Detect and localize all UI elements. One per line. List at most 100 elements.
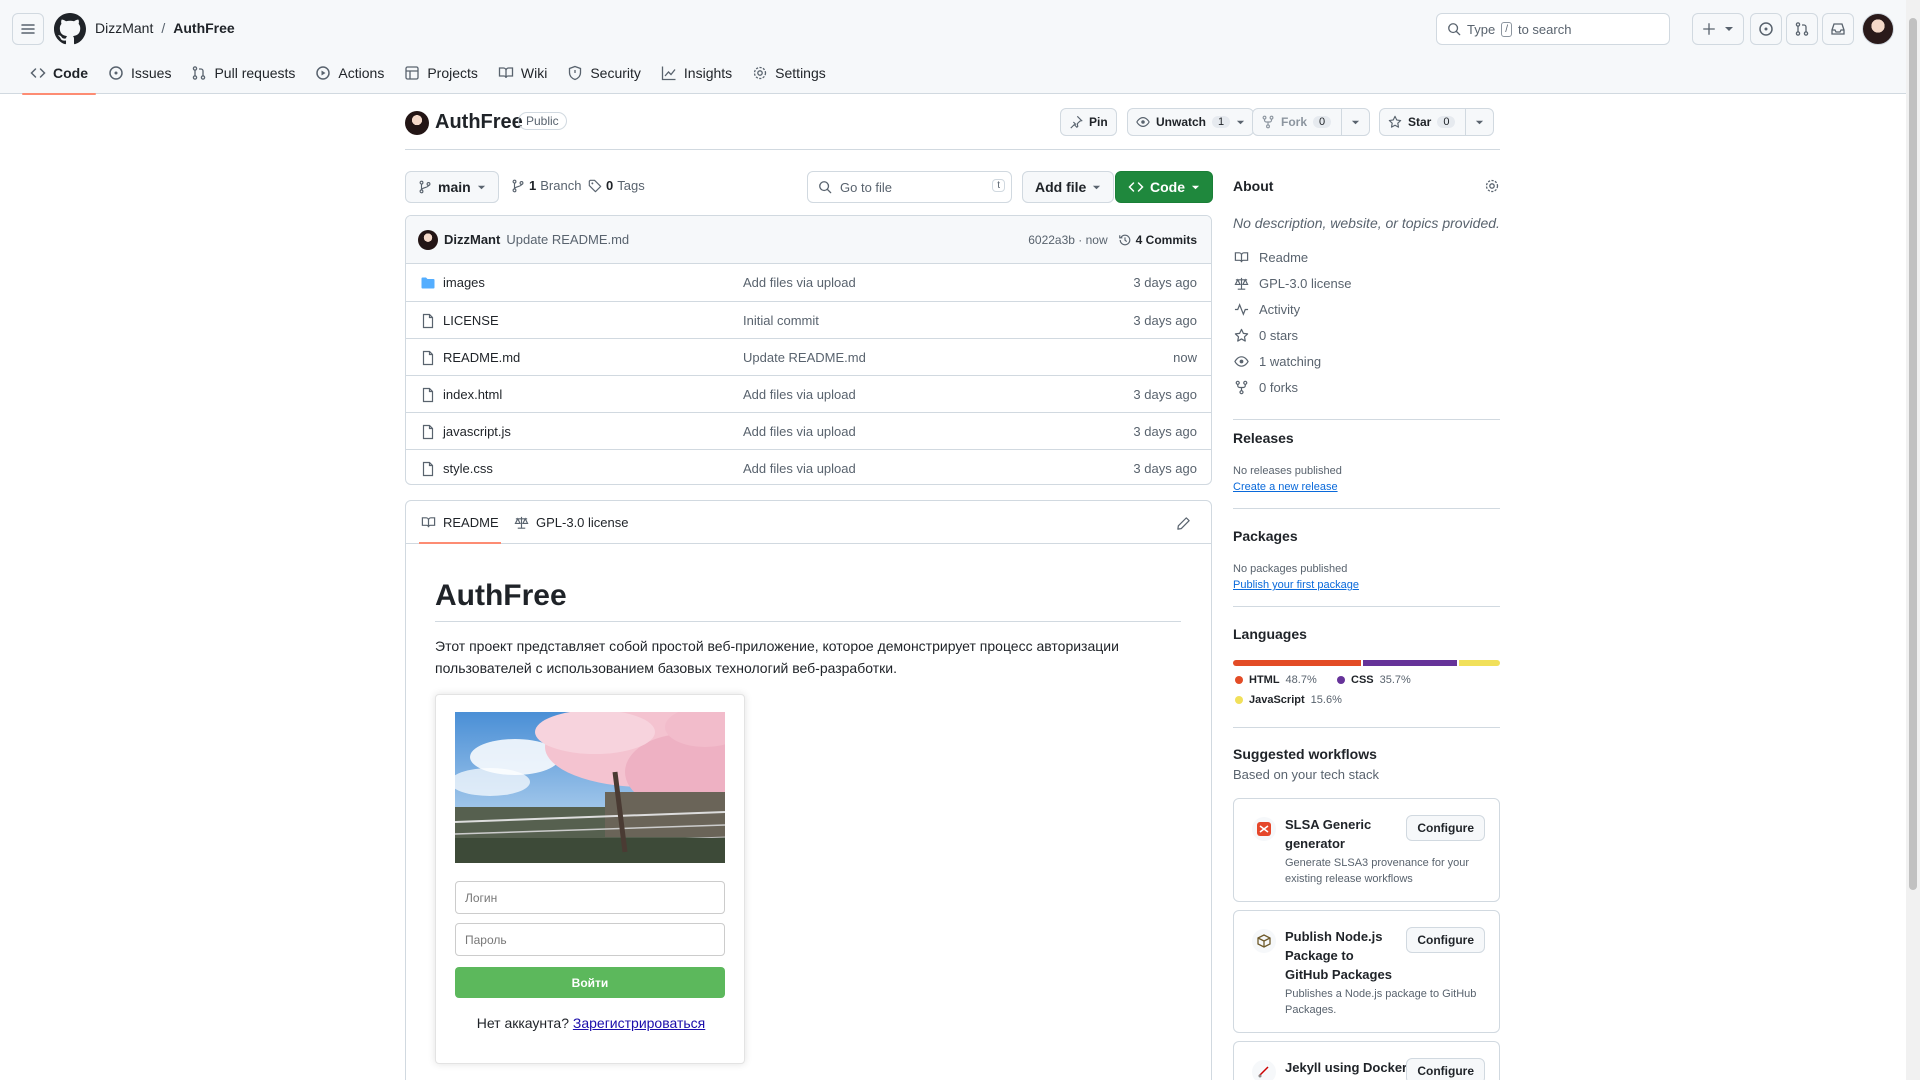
tab-security[interactable]: Security: [557, 60, 651, 86]
search-input[interactable]: Type / to search: [1436, 13, 1670, 45]
star-button[interactable]: Star 0: [1379, 108, 1495, 136]
file-name[interactable]: LICENSE: [443, 313, 499, 328]
file-name[interactable]: README.md: [443, 350, 520, 365]
fork-button[interactable]: Fork 0: [1252, 108, 1371, 136]
file-row[interactable]: style.css Add files via upload 3 days ago: [406, 449, 1211, 484]
pull-requests-button[interactable]: [1786, 13, 1818, 45]
scrollbar-thumb[interactable]: [1909, 18, 1917, 890]
divider: [1233, 727, 1500, 728]
chevron-down-icon[interactable]: [1475, 118, 1484, 127]
language-bar-segment: [1458, 660, 1500, 666]
file-commit-message[interactable]: Add files via upload: [743, 461, 856, 476]
branch-selector[interactable]: main: [405, 171, 499, 203]
about-watching[interactable]: 1 watching: [1233, 353, 1321, 369]
history-icon: [1118, 233, 1132, 247]
breadcrumb-owner[interactable]: DizzMant: [95, 20, 153, 36]
tab-code[interactable]: Code: [20, 60, 98, 95]
language-css[interactable]: CSS 35.7%: [1337, 674, 1411, 686]
commits-link[interactable]: 4 Commits: [1118, 233, 1197, 247]
file-commit-message[interactable]: Initial commit: [743, 313, 819, 328]
about-readme[interactable]: Readme: [1233, 249, 1308, 265]
pin-button[interactable]: Pin: [1060, 108, 1117, 136]
file-icon: [420, 350, 436, 366]
add-file-button[interactable]: Add file: [1022, 171, 1115, 203]
file-commit-message[interactable]: Update README.md: [743, 350, 866, 365]
tags-link[interactable]: 0 Tags: [588, 178, 645, 193]
file-commit-message[interactable]: Add files via upload: [743, 275, 856, 290]
chevron-down-icon: [477, 183, 486, 192]
language-color-dot: [1235, 696, 1243, 704]
tab-pull-requests[interactable]: Pull requests: [181, 60, 305, 86]
gear-icon: [752, 65, 768, 81]
pencil-icon[interactable]: [1175, 515, 1191, 531]
pull-request-icon: [191, 65, 207, 81]
file-commit-message[interactable]: Add files via upload: [743, 387, 856, 402]
about-activity[interactable]: Activity: [1233, 301, 1300, 317]
repo-name[interactable]: AuthFree: [435, 111, 523, 134]
unwatch-button[interactable]: Unwatch 1: [1127, 108, 1255, 136]
watch-count: 1: [1212, 116, 1231, 128]
configure-button[interactable]: Configure: [1406, 927, 1485, 953]
fork-label: Fork: [1281, 115, 1308, 129]
workflow-description: Publishes a Node.js package to GitHub Pa…: [1285, 988, 1477, 1016]
file-row[interactable]: javascript.js Add files via upload 3 days …: [406, 412, 1211, 449]
fork-count: 0: [1313, 116, 1332, 128]
publish-package-link[interactable]: Publish your first package: [1233, 579, 1359, 591]
github-logo-icon[interactable]: [54, 13, 86, 45]
about-forks[interactable]: 0 forks: [1233, 379, 1298, 395]
tab-settings[interactable]: Settings: [742, 60, 836, 86]
tab-actions[interactable]: Actions: [305, 60, 394, 86]
commit-message[interactable]: Update README.md: [506, 232, 629, 247]
tab-label: Issues: [131, 65, 172, 81]
tab-wiki[interactable]: Wiki: [488, 60, 557, 86]
tab-readme[interactable]: README: [419, 515, 501, 544]
configure-button[interactable]: Configure: [1406, 1058, 1485, 1080]
go-to-file-placeholder: Go to file: [840, 179, 893, 195]
tab-insights[interactable]: Insights: [651, 60, 742, 86]
file-row[interactable]: README.md Update README.md now: [406, 338, 1211, 375]
create-new-button[interactable]: [1692, 13, 1744, 45]
commit-hash-time[interactable]: 6022a3b · now: [1028, 233, 1107, 247]
language-html[interactable]: HTML 48.7%: [1235, 674, 1317, 686]
about-stars[interactable]: 0 stars: [1233, 327, 1298, 343]
chevron-down-icon[interactable]: [1351, 118, 1360, 127]
file-commit-message[interactable]: Add files via upload: [743, 424, 856, 439]
branches-link[interactable]: 1 Branch: [511, 178, 581, 193]
about-license[interactable]: GPL-3.0 license: [1233, 275, 1352, 291]
code-label: Code: [1150, 179, 1185, 195]
menu-button[interactable]: [12, 13, 44, 45]
branch-icon: [511, 179, 525, 193]
file-name[interactable]: javascript.js: [443, 424, 511, 439]
file-name[interactable]: index.html: [443, 387, 502, 402]
tab-license[interactable]: GPL-3.0 license: [514, 515, 629, 530]
tab-issues[interactable]: Issues: [98, 60, 181, 86]
latest-commit-bar: DizzMant Update README.md 6022a3b · now …: [406, 216, 1211, 264]
code-button[interactable]: Code: [1115, 171, 1213, 203]
languages-bar: [1233, 660, 1500, 666]
star-label: Star: [1408, 115, 1432, 129]
issue-icon: [108, 65, 124, 81]
language-javascript[interactable]: JavaScript 15.6%: [1235, 694, 1342, 706]
file-row[interactable]: images Add files via upload 3 days ago: [406, 264, 1211, 301]
issues-button[interactable]: [1750, 13, 1782, 45]
file-row[interactable]: LICENSE Initial commit 3 days ago: [406, 301, 1211, 338]
tab-projects[interactable]: Projects: [394, 60, 488, 86]
file-name[interactable]: style.css: [443, 461, 493, 476]
page-scrollbar[interactable]: [1906, 0, 1920, 1080]
commit-author[interactable]: DizzMant: [444, 232, 500, 247]
releases-title[interactable]: Releases: [1233, 430, 1294, 446]
inbox-button[interactable]: [1822, 13, 1854, 45]
about-item-label: Activity: [1259, 301, 1301, 317]
packages-title[interactable]: Packages: [1233, 528, 1298, 544]
breadcrumb-repo[interactable]: AuthFree: [173, 20, 234, 36]
go-to-file-input[interactable]: Go to file t: [807, 171, 1012, 203]
create-release-link[interactable]: Create a new release: [1233, 481, 1338, 493]
user-avatar[interactable]: [1862, 13, 1894, 45]
configure-button[interactable]: Configure: [1406, 815, 1485, 841]
file-name[interactable]: images: [443, 275, 485, 290]
gear-icon[interactable]: [1484, 178, 1500, 194]
slsa-icon: [1252, 817, 1276, 841]
file-row[interactable]: index.html Add files via upload 3 days ago: [406, 375, 1211, 412]
packages-none: No packages published: [1233, 563, 1348, 575]
tab-label: Actions: [338, 65, 385, 81]
